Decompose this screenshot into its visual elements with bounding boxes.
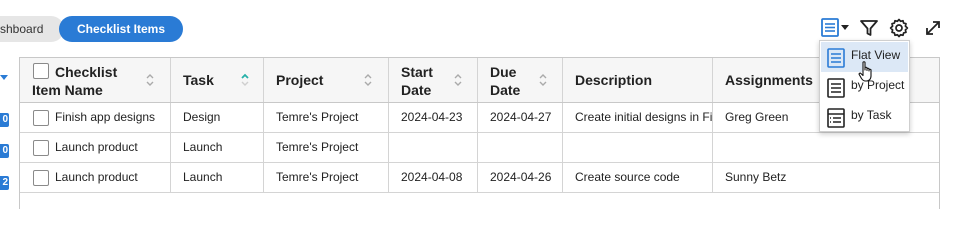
- cell-project[interactable]: Temre's Project: [264, 163, 389, 192]
- cell-project[interactable]: Temre's Project: [264, 103, 389, 132]
- view-mode-menu: Flat View by Project by Task: [819, 40, 910, 132]
- cell-due-date[interactable]: 2024-04-27: [478, 103, 563, 132]
- sort-icon[interactable]: [539, 72, 547, 88]
- sort-icon[interactable]: [146, 72, 154, 88]
- header-label-line2: Date: [490, 82, 521, 98]
- header-label-line2: Date: [401, 82, 432, 98]
- cell-description[interactable]: Create initial designs in Figma: [563, 103, 713, 132]
- cell-assignments[interactable]: Sunny Betz: [713, 163, 939, 192]
- expand-icon: [926, 21, 940, 35]
- header-label: Description: [575, 72, 653, 88]
- menu-item-by-task[interactable]: by Task: [821, 102, 908, 132]
- count-badge: 0: [0, 144, 9, 158]
- menu-item-label: by Task: [851, 108, 892, 122]
- cell-assignments[interactable]: [713, 133, 939, 162]
- view-mode-button[interactable]: [820, 17, 852, 39]
- hand-cursor-icon: [858, 61, 872, 82]
- cell-task[interactable]: Design: [171, 103, 264, 132]
- collapse-arrow-icon[interactable]: [0, 75, 8, 80]
- gear-icon: [889, 18, 909, 38]
- cell-item-name[interactable]: Finish app designs: [20, 103, 171, 132]
- checklist-items-grid: Checklist Item Name Task Project Start D…: [20, 57, 940, 209]
- sort-ascending-icon[interactable]: [241, 72, 249, 88]
- filter-button[interactable]: [858, 17, 880, 39]
- count-badge: 2: [0, 176, 9, 190]
- header-label: Task: [183, 72, 214, 88]
- cell-due-date[interactable]: [478, 133, 563, 162]
- flat-view-icon: [827, 48, 845, 68]
- count-badge: 0: [0, 113, 9, 127]
- header-task[interactable]: Task: [171, 58, 264, 102]
- header-due-date[interactable]: Due Date: [478, 58, 563, 102]
- cell-description[interactable]: Create source code: [563, 163, 713, 192]
- sort-icon[interactable]: [454, 72, 462, 88]
- header-label-line1: Due: [490, 64, 517, 80]
- by-project-icon: [827, 78, 845, 98]
- cell-item-name[interactable]: Launch product: [20, 133, 171, 162]
- tab-dashboard-label: shboard: [0, 22, 44, 36]
- cell-task[interactable]: Launch: [171, 133, 264, 162]
- cell-description[interactable]: [563, 133, 713, 162]
- header-description[interactable]: Description: [563, 58, 713, 102]
- header-start-date[interactable]: Start Date: [389, 58, 478, 102]
- settings-button[interactable]: [888, 17, 910, 39]
- by-task-icon: [827, 108, 845, 128]
- header-label: Assignments: [725, 72, 813, 88]
- cell-due-date[interactable]: 2024-04-26: [478, 163, 563, 192]
- cell-start-date[interactable]: [389, 133, 478, 162]
- cell-project[interactable]: Temre's Project: [264, 133, 389, 162]
- sort-icon[interactable]: [364, 72, 372, 88]
- table-row[interactable]: Launch product Launch Temre's Project 20…: [20, 163, 939, 193]
- tab-dashboard[interactable]: shboard: [0, 16, 64, 42]
- cell-task[interactable]: Launch: [171, 163, 264, 192]
- table-row[interactable]: Finish app designs Design Temre's Projec…: [20, 103, 939, 133]
- cell-start-date[interactable]: 2024-04-08: [389, 163, 478, 192]
- grid-header: Checklist Item Name Task Project Start D…: [20, 58, 939, 103]
- cell-item-name[interactable]: Launch product: [20, 163, 171, 192]
- header-label: Project: [276, 72, 324, 88]
- header-label-line2: Item Name: [32, 82, 103, 98]
- left-gutter: 0 0 2: [0, 57, 20, 209]
- expand-button[interactable]: [922, 17, 944, 39]
- table-row[interactable]: Launch product Launch Temre's Project: [20, 133, 939, 163]
- tab-checklist-items[interactable]: Checklist Items: [59, 16, 183, 42]
- filter-icon: [860, 20, 878, 36]
- cell-start-date[interactable]: 2024-04-23: [389, 103, 478, 132]
- header-project[interactable]: Project: [264, 58, 389, 102]
- view-tabs: shboard Checklist Items: [0, 16, 183, 42]
- header-checklist-item-name[interactable]: Checklist Item Name: [20, 58, 171, 102]
- list-view-icon: [821, 18, 849, 37]
- header-label-line1: Start: [401, 64, 433, 80]
- select-all-checkbox[interactable]: [33, 63, 49, 79]
- header-label-line1: Checklist: [55, 64, 118, 80]
